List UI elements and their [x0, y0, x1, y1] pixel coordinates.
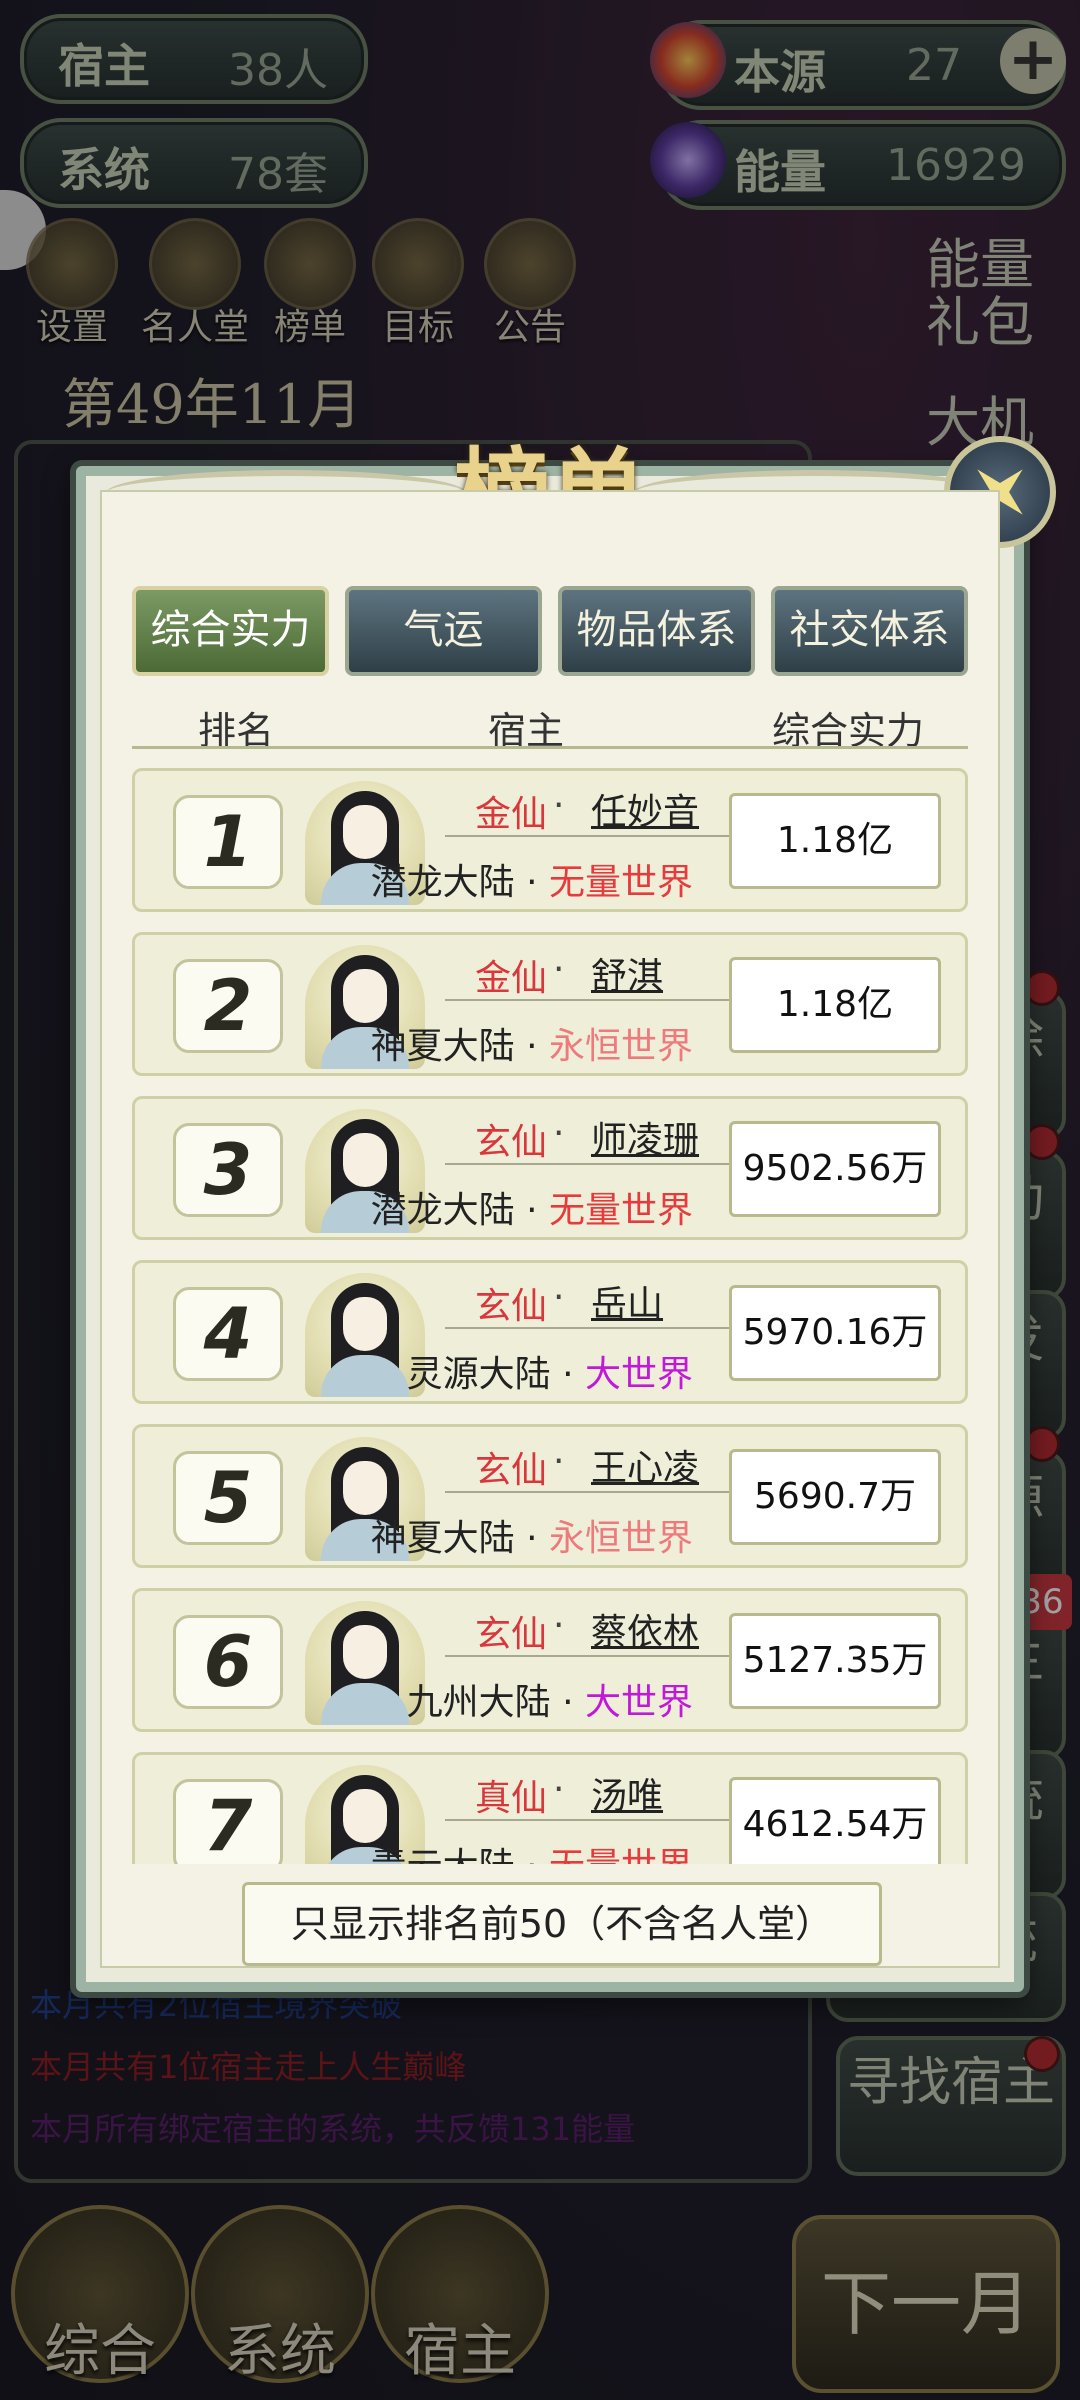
separator: ·	[553, 1113, 565, 1154]
realm-label: 金仙	[475, 794, 548, 835]
realm-label: 真仙	[475, 1778, 548, 1819]
tab-social-system[interactable]: 社交体系	[771, 586, 968, 676]
host-name[interactable]: 汤唯	[591, 1767, 663, 1819]
power-score: 5127.35万	[729, 1613, 941, 1709]
power-score: 5690.7万	[729, 1449, 941, 1545]
tab-overall-power[interactable]: 综合实力	[132, 586, 329, 676]
table-row[interactable]: 3 玄仙 · 师凌珊 潜龙大陆 · 无量世界 9502.56万	[132, 1096, 968, 1240]
realm-label: 玄仙	[475, 1614, 548, 1655]
header-divider	[132, 746, 968, 749]
table-row[interactable]: 1 金仙 · 任妙音 潜龙大陆 · 无量世界 1.18亿	[132, 768, 968, 912]
divider	[445, 1815, 743, 1823]
separator: ·	[550, 1354, 585, 1395]
continent-label: 九州大陆	[406, 1682, 551, 1723]
divider	[445, 1651, 743, 1659]
ranking-modal: 榜单 综合实力 气运 物品体系 社交体系 排名 宿主 综合实力 1金仙·任妙音潜…	[76, 436, 1056, 1992]
rank-number: 1	[173, 795, 283, 889]
separator: ·	[514, 862, 549, 903]
table-header: 排名 宿主 综合实力	[132, 692, 968, 762]
divider	[445, 1487, 743, 1495]
divider	[445, 831, 743, 839]
separator: ·	[553, 1769, 565, 1810]
table-row[interactable]: 4 玄仙 · 岳山 灵源大陆 · 大世界 5970.16万	[132, 1260, 968, 1404]
separator: ·	[553, 785, 565, 826]
host-name[interactable]: 师凌珊	[591, 1111, 699, 1163]
world-label: 无量世界	[548, 862, 693, 903]
divider	[445, 1159, 743, 1167]
host-name[interactable]: 舒淇	[591, 947, 663, 999]
world-label: 大世界	[584, 1354, 693, 1395]
location: 青云大陆 · 无量世界	[371, 1837, 693, 1864]
continent-label: 神夏大陆	[370, 1518, 515, 1559]
realm-label: 玄仙	[475, 1286, 548, 1327]
realm-label: 金仙	[475, 958, 548, 999]
table-row[interactable]: 6 玄仙 · 蔡依林 九州大陆 · 大世界 5127.35万	[132, 1588, 968, 1732]
rank-number: 6	[173, 1615, 283, 1709]
rank-number: 7	[173, 1779, 283, 1864]
power-score: 4612.54万	[729, 1777, 941, 1864]
power-score: 1.18亿	[729, 793, 941, 889]
rank-number: 5	[173, 1451, 283, 1545]
table-row[interactable]: 5 玄仙 · 王心凌 神夏大陆 · 永恒世界 5690.7万	[132, 1424, 968, 1568]
modal-body: 综合实力 气运 物品体系 社交体系 排名 宿主 综合实力 1 金仙 · 任妙音 潜龙大陆…	[100, 490, 1000, 1968]
top-50-notice[interactable]: 只显示排名前50（不含名人堂）	[242, 1882, 882, 1966]
power-score: 5970.16万	[729, 1285, 941, 1381]
ranking-list[interactable]: 1 金仙 · 任妙音 潜龙大陆 · 无量世界 1.18亿 2 金仙 · 舒淇 神夏大陆 · 永恒世界…	[132, 768, 968, 1864]
separator: ·	[550, 1682, 585, 1723]
separator: ·	[553, 1277, 565, 1318]
host-name[interactable]: 任妙音	[591, 783, 699, 835]
world-label: 永恒世界	[548, 1518, 693, 1559]
tab-item-system[interactable]: 物品体系	[558, 586, 755, 676]
continent-label: 青云大陆	[371, 1846, 515, 1864]
divider	[445, 995, 743, 1003]
rank-number: 4	[173, 1287, 283, 1381]
location: 神夏大陆 · 永恒世界	[371, 1017, 693, 1069]
host-name[interactable]: 王心凌	[591, 1439, 699, 1491]
separator: ·	[514, 1190, 549, 1231]
separator: ·	[553, 1605, 565, 1646]
realm-label: 玄仙	[475, 1122, 548, 1163]
host-name[interactable]: 蔡依林	[591, 1603, 699, 1655]
separator: ·	[553, 949, 565, 990]
rank-number: 3	[173, 1123, 283, 1217]
separator: ·	[514, 1518, 549, 1559]
separator: ·	[514, 1026, 549, 1067]
world-label: 永恒世界	[548, 1026, 693, 1067]
table-row[interactable]: 2 金仙 · 舒淇 神夏大陆 · 永恒世界 1.18亿	[132, 932, 968, 1076]
location: 灵源大陆 · 大世界	[407, 1345, 693, 1397]
table-row[interactable]: 7真仙·汤唯青云大陆 · 无量世界4612.54万	[132, 1752, 968, 1864]
location: 九州大陆 · 大世界	[407, 1673, 693, 1725]
separator: ·	[515, 1846, 549, 1864]
location: 潜龙大陆 · 无量世界	[371, 853, 693, 905]
world-label: 无量世界	[549, 1846, 693, 1864]
separator: ·	[553, 1441, 565, 1482]
location: 神夏大陆 · 永恒世界	[371, 1509, 693, 1561]
continent-label: 潜龙大陆	[370, 1190, 515, 1231]
realm-label: 玄仙	[475, 1450, 548, 1491]
host-name[interactable]: 岳山	[591, 1275, 663, 1327]
continent-label: 神夏大陆	[370, 1026, 515, 1067]
world-label: 无量世界	[548, 1190, 693, 1231]
world-label: 大世界	[584, 1682, 693, 1723]
divider	[445, 1323, 743, 1331]
ranking-tabs: 综合实力 气运 物品体系 社交体系	[132, 586, 968, 676]
rank-number: 2	[173, 959, 283, 1053]
continent-label: 潜龙大陆	[370, 862, 515, 903]
tab-fortune[interactable]: 气运	[345, 586, 542, 676]
power-score: 1.18亿	[729, 957, 941, 1053]
power-score: 9502.56万	[729, 1121, 941, 1217]
continent-label: 灵源大陆	[406, 1354, 551, 1395]
location: 潜龙大陆 · 无量世界	[371, 1181, 693, 1233]
